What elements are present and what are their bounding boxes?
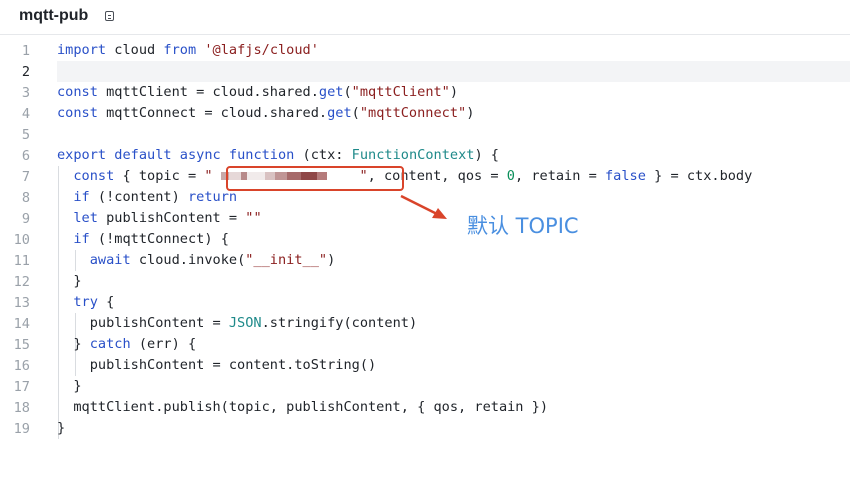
file-name: mqtt-pub	[19, 7, 89, 24]
code-line[interactable]: 17 }	[0, 376, 850, 397]
code-text: }	[57, 378, 82, 394]
line-number: 12	[13, 274, 30, 290]
arrow-icon	[400, 194, 447, 219]
line-number: 16	[13, 358, 30, 374]
code-line[interactable]: 10 if (!mqttConnect) {	[0, 229, 850, 250]
line-number: 7	[21, 169, 30, 185]
code-line[interactable]: 15 } catch (err) {	[0, 334, 850, 355]
code-text: export default async function (ctx: Func…	[57, 147, 499, 163]
code-text: const mqttClient = cloud.shared.get("mqt…	[57, 84, 459, 100]
code-text: if (!content) return	[73, 189, 238, 205]
code-line[interactable]: 13 try {	[0, 292, 850, 313]
line-number: 4	[21, 106, 30, 122]
code-line-active[interactable]: 2	[22, 61, 850, 82]
line-number: 11	[13, 253, 30, 269]
code-line[interactable]: 18 mqttClient.publish(topic, publishCont…	[0, 397, 850, 418]
code-text: let publishContent = ""	[73, 210, 262, 226]
code-text: if (!mqttConnect) {	[73, 231, 229, 247]
line-number: 18	[13, 400, 30, 416]
code-text: }	[57, 273, 82, 289]
line-number: 14	[13, 316, 30, 332]
code-line[interactable]: 5	[0, 124, 850, 145]
line-number: 5	[21, 127, 30, 143]
code-text: const mqttConnect = cloud.shared.get("mq…	[57, 105, 475, 121]
code-text: try {	[73, 294, 115, 310]
annotation-label: 默认 TOPIC	[467, 214, 579, 238]
code-line[interactable]: 3 const mqttClient = cloud.shared.get("m…	[0, 82, 850, 103]
code-editor[interactable]: 1 import cloud from '@lafjs/cloud' 2 3 c…	[0, 40, 850, 440]
code-text: } catch (err) {	[57, 336, 197, 352]
line-number: 3	[21, 85, 30, 101]
code-text: await cloud.invoke("__init__")	[89, 252, 336, 268]
code-text: import cloud from '@lafjs/cloud'	[57, 42, 319, 58]
line-number: 15	[13, 337, 30, 353]
code-line[interactable]: 19 }	[0, 418, 850, 439]
code-line[interactable]: 16 publishContent = content.toString()	[0, 355, 850, 376]
editor-header: mqtt-pub	[0, 0, 850, 35]
line-number: 9	[21, 211, 30, 227]
document-icon[interactable]	[105, 11, 114, 21]
line-number: 17	[13, 379, 30, 395]
line-number: 10	[13, 232, 30, 248]
code-text: publishContent = content.toString()	[57, 357, 377, 373]
code-line[interactable]: 11 await cloud.invoke("__init__")	[0, 250, 850, 271]
code-line[interactable]: 12 }	[0, 271, 850, 292]
code-text: const { topic = " ", content, qos = 0, r…	[73, 168, 753, 184]
code-line[interactable]: 6 export default async function (ctx: Fu…	[0, 145, 850, 166]
code-text: mqttClient.publish(topic, publishContent…	[57, 399, 549, 415]
code-line[interactable]: 4 const mqttConnect = cloud.shared.get("…	[0, 103, 850, 124]
line-number: 8	[21, 190, 30, 206]
highlight-box	[226, 166, 404, 191]
code-line[interactable]: 14 publishContent = JSON.stringify(conte…	[0, 313, 850, 334]
line-number: 19	[13, 421, 30, 437]
line-number: 1	[21, 43, 30, 59]
code-text: }	[57, 420, 66, 436]
line-number: 13	[13, 295, 30, 311]
line-number: 6	[21, 148, 30, 164]
code-line[interactable]: 1 import cloud from '@lafjs/cloud'	[0, 40, 850, 61]
code-text: publishContent = JSON.stringify(content)	[57, 315, 418, 331]
code-line[interactable]: 7 const { topic = " ", content, qos = 0,…	[0, 166, 850, 187]
line-number: 2	[21, 64, 30, 80]
